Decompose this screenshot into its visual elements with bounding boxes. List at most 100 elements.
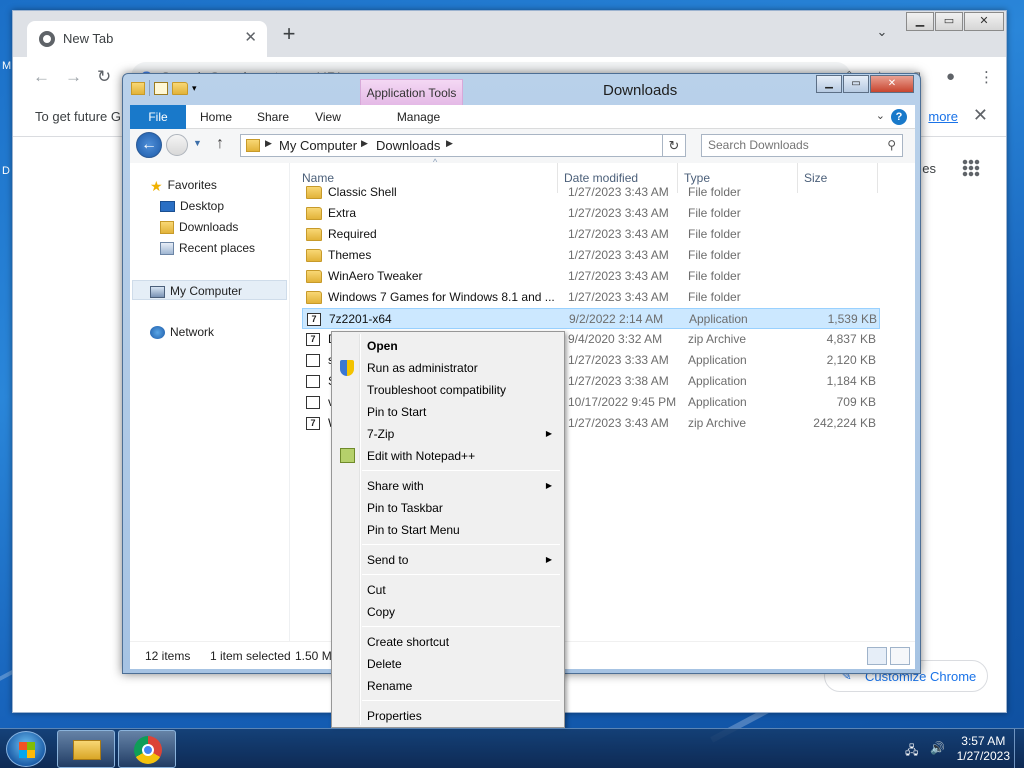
file-row[interactable]: Windows 7 Games for Windows 8.1 and ... 1…	[302, 287, 880, 308]
help-icon[interactable]: ?	[891, 109, 907, 125]
downloads-icon	[160, 221, 174, 235]
menu-item-share-with[interactable]: Share with ▶	[334, 475, 562, 497]
breadcrumb-separator[interactable]: ▶	[361, 138, 368, 149]
nav-downloads[interactable]: Downloads	[160, 217, 238, 237]
breadcrumb-downloads[interactable]: Downloads	[376, 138, 440, 153]
taskbar-explorer-button[interactable]	[57, 730, 115, 768]
file-row[interactable]: Extra 1/27/2023 3:43 AM File folder	[302, 203, 880, 224]
forward-arrow-icon[interactable]: →	[65, 67, 82, 87]
desktop-icon-label[interactable]: M	[2, 60, 11, 72]
close-button[interactable]: ✕	[870, 75, 914, 93]
menu-item-7-zip[interactable]: 7-Zip ▶	[334, 423, 562, 445]
nav-label: Downloads	[179, 220, 239, 234]
folder-app-icon[interactable]	[131, 81, 145, 95]
new-folder-icon[interactable]	[172, 81, 188, 95]
nav-my-computer[interactable]: My Computer	[132, 280, 287, 300]
search-input[interactable]	[708, 138, 878, 152]
tab-view[interactable]: View	[306, 105, 350, 129]
recent-locations-icon[interactable]: ▼	[193, 138, 202, 148]
breadcrumb-my-computer[interactable]: My Computer	[279, 138, 357, 153]
file-date: 1/27/2023 3:43 AM	[568, 416, 669, 430]
profile-avatar-icon[interactable]: ●	[946, 68, 955, 85]
show-desktop-button[interactable]	[1014, 729, 1024, 768]
folder-icon	[306, 270, 322, 283]
properties-icon[interactable]	[154, 81, 168, 95]
menu-item-open[interactable]: Open	[334, 335, 562, 357]
file-row[interactable]: 7 7z2201-x64 9/2/2022 2:14 AM Application 1,…	[302, 308, 880, 329]
forward-button[interactable]	[166, 134, 188, 156]
minimize-button[interactable]: ▁	[816, 75, 842, 93]
volume-tray-icon[interactable]: 🔊	[930, 741, 945, 755]
tab-file[interactable]: File	[130, 105, 186, 129]
menu-item-edit-with-notepad[interactable]: Edit with Notepad++	[334, 445, 562, 467]
setup-file-icon	[306, 354, 320, 367]
folder-icon	[306, 186, 322, 199]
file-date: 1/27/2023 3:43 AM	[568, 248, 669, 262]
network-tray-icon[interactable]: 🖧	[905, 741, 918, 762]
file-date: 1/27/2023 3:43 AM	[568, 269, 669, 283]
search-icon[interactable]: ⚲	[887, 138, 896, 152]
menu-item-delete[interactable]: Delete	[334, 653, 562, 675]
file-date: 1/27/2023 3:33 AM	[568, 353, 669, 367]
menu-item-copy[interactable]: Copy	[334, 601, 562, 623]
menu-item-pin-to-start-menu[interactable]: Pin to Start Menu	[334, 519, 562, 541]
folder-icon	[306, 291, 322, 304]
file-row[interactable]: Themes 1/27/2023 3:43 AM File folder	[302, 245, 880, 266]
file-row[interactable]: Classic Shell 1/27/2023 3:43 AM File folde…	[302, 182, 880, 203]
ribbon-expand-icon[interactable]: ⌄	[876, 109, 885, 122]
tab-manage[interactable]: Manage	[367, 105, 470, 129]
nav-desktop[interactable]: Desktop	[160, 196, 224, 216]
new-tab-button[interactable]: +	[277, 23, 301, 47]
menu-item-label: Open	[367, 339, 398, 353]
tab-search-button[interactable]: ⌄	[870, 24, 894, 46]
menu-item-send-to[interactable]: Send to ▶	[334, 549, 562, 571]
start-button[interactable]	[6, 731, 46, 767]
file-name: Classic Shell	[328, 185, 397, 199]
menu-item-pin-to-taskbar[interactable]: Pin to Taskbar	[334, 497, 562, 519]
contextual-tab-application-tools: Application Tools	[360, 79, 463, 105]
menu-item-pin-to-start[interactable]: Pin to Start	[334, 401, 562, 423]
address-bar[interactable]: ▶ My Computer ▶ Downloads ▶ ⌄	[240, 134, 685, 157]
refresh-button[interactable]: ↻	[662, 134, 686, 157]
menu-item-rename[interactable]: Rename	[334, 675, 562, 697]
large-icons-view-button[interactable]	[890, 647, 910, 665]
desktop-icon-label[interactable]: D	[2, 165, 10, 177]
back-arrow-icon[interactable]: ←	[33, 67, 50, 87]
tab-close-icon[interactable]: ✕	[244, 28, 257, 46]
menu-item-troubleshoot-compatibility[interactable]: Troubleshoot compatibility	[334, 379, 562, 401]
system-clock[interactable]: 3:57 AM 1/27/2023	[957, 734, 1010, 764]
details-view-button[interactable]	[867, 647, 887, 665]
folder-icon	[306, 249, 322, 262]
file-size: 4,837 KB	[826, 332, 876, 346]
menu-item-create-shortcut[interactable]: Create shortcut	[334, 631, 562, 653]
google-apps-icon[interactable]	[962, 159, 980, 177]
chrome-minimize-button[interactable]: ▁	[906, 12, 934, 31]
chrome-menu-icon[interactable]: ⋮	[979, 68, 994, 86]
menu-item-label: Edit with Notepad++	[367, 449, 476, 463]
qat-dropdown-icon[interactable]: ▾	[192, 83, 197, 94]
search-box[interactable]: ⚲	[701, 134, 903, 157]
back-button[interactable]: ←	[136, 132, 162, 158]
nav-recent-places[interactable]: Recent places	[160, 238, 255, 258]
chrome-tab-new-tab[interactable]: New Tab ✕	[27, 21, 267, 57]
menu-item-run-as-administrator[interactable]: Run as administrator	[334, 357, 562, 379]
breadcrumb-separator[interactable]: ▶	[446, 138, 453, 149]
file-row[interactable]: Required 1/27/2023 3:43 AM File folder	[302, 224, 880, 245]
infobar-learn-more-link[interactable]: more	[928, 109, 958, 124]
infobar-close-icon[interactable]: ✕	[973, 105, 988, 126]
maximize-button[interactable]: ▭	[843, 75, 869, 93]
tab-share[interactable]: Share	[250, 105, 296, 129]
menu-item-cut[interactable]: Cut	[334, 579, 562, 601]
ntp-header-link[interactable]: es	[922, 161, 936, 176]
taskbar-chrome-button[interactable]	[118, 730, 176, 768]
chrome-close-button[interactable]: ✕	[964, 12, 1004, 31]
reload-icon[interactable]: ↻	[97, 67, 111, 87]
breadcrumb-separator[interactable]: ▶	[265, 138, 272, 149]
nav-network[interactable]: Network	[150, 322, 214, 342]
chrome-maximize-button[interactable]: ▭	[935, 12, 963, 31]
up-arrow-icon[interactable]: ↑	[216, 135, 224, 153]
tab-home[interactable]: Home	[192, 105, 240, 129]
file-row[interactable]: WinAero Tweaker 1/27/2023 3:43 AM File fol…	[302, 266, 880, 287]
menu-item-properties[interactable]: Properties	[334, 705, 562, 727]
nav-favorites[interactable]: ★ Favorites	[150, 175, 217, 195]
